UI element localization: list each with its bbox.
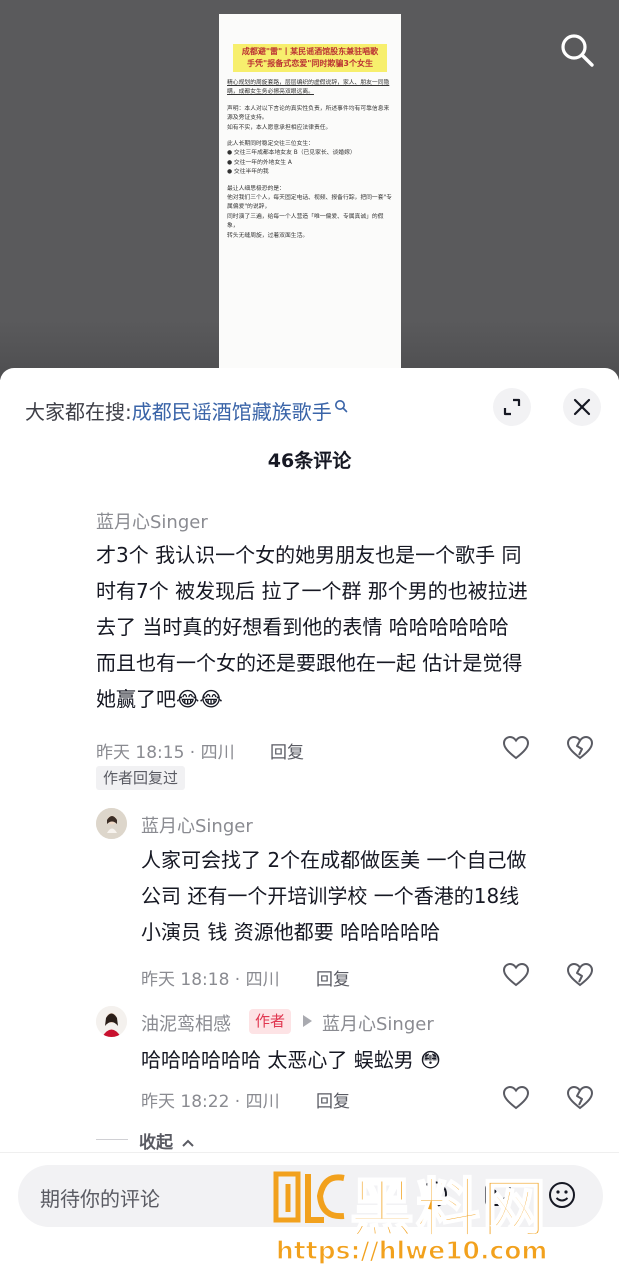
hot-search-prefix: 大家都在搜: — [25, 399, 132, 424]
comment-line: 哈哈哈哈哈哈 太恶心了 蜈蚣男 — [141, 1048, 414, 1072]
avatar-image — [96, 808, 127, 839]
video-document-frame: 成都避"雷"丨某民谣酒馆股东兼驻唱歌手凭"报备式恋爱"同时欺骗3个女生 精心规划… — [219, 14, 401, 370]
avatar[interactable] — [96, 808, 127, 839]
doc-line: 他对我们三个人，每天固定电话、视频、报备行踪，把同一套"专属偏爱"的说辞， — [227, 195, 392, 211]
reply-button[interactable]: 回复 — [316, 965, 350, 990]
doc-title: 成都避"雷"丨某民谣酒馆股东兼驻唱歌手凭"报备式恋爱"同时欺骗3个女生 — [233, 44, 387, 72]
watermark-logo-icon — [273, 1171, 345, 1223]
comment-line: 而且也有一个女的还是要跟他在一起 估计是觉得 — [96, 651, 523, 675]
hot-search-bar[interactable]: 大家都在搜: 成都民谣酒馆藏族歌手 — [25, 390, 348, 430]
hot-search-term[interactable]: 成都民谣酒馆藏族歌手 — [132, 396, 332, 425]
dislike-icon[interactable] — [565, 1083, 595, 1113]
doc-line: 最让人细思极恐的是： — [227, 185, 285, 192]
comment-time-location: 昨天 18:15 · 四川 — [96, 743, 235, 763]
author-tag: 作者 — [249, 1009, 292, 1034]
comment-count: 46条评论 — [267, 450, 352, 472]
comment-line: 人家可会找了 2个在成都做医美 一个自己做 — [141, 848, 527, 872]
comment-line: 小演员 钱 资源他都要 哈哈哈哈哈 — [141, 920, 441, 944]
doc-line: 精心规划的周旋套路，层层编织的虚假说辞，家人、朋友一同隐瞒，成都女生务必擦亮双眼… — [227, 80, 390, 96]
like-icon[interactable] — [501, 1083, 531, 1113]
dislike-icon[interactable] — [565, 960, 595, 990]
emoji-laugh: 😂😂 — [176, 687, 223, 711]
doc-line: 如有不实，本人愿意承担相应法律责任。 — [227, 124, 332, 131]
search-icon — [334, 400, 348, 413]
chevron-up-icon — [182, 1139, 194, 1147]
search-icon[interactable] — [557, 30, 597, 70]
reply-to-username[interactable]: 蓝月心Singer — [322, 1010, 434, 1036]
close-icon — [573, 398, 591, 416]
comment-sheet: 大家都在搜: 成都民谣酒馆藏族歌手 46条评论 — [0, 368, 619, 1280]
collapse-divider — [96, 1139, 128, 1140]
comment-text: 人家可会找了 2个在成都做医美 一个自己做 公司 还有一个开培训学校 一个香港的… — [141, 842, 611, 950]
comment-text: 才3个 我认识一个女的她男朋友也是一个歌手 同 时有7个 被发现后 拉了一个群 … — [96, 537, 606, 717]
comment-input-placeholder: 期待你的评论 — [40, 1187, 160, 1211]
comment-time-location: 昨天 18:18 · 四川 — [141, 970, 280, 990]
doc-line: 声明：本人对以下言论的真实性负责，所述事件均有可靠信息来源及旁证支持。 — [227, 105, 390, 122]
doc-paragraph-2: 声明：本人对以下言论的真实性负责，所述事件均有可靠信息来源及旁证支持。 如有不实… — [227, 105, 393, 133]
doc-paragraph-3: 此人长期同时稳定交往三位女生： ● 交往三年成都本地女友 B（已见家长、谈婚嫁）… — [227, 140, 393, 178]
comment-username[interactable]: 蓝月心Singer — [141, 812, 253, 838]
avatar[interactable] — [96, 1006, 127, 1037]
expand-icon — [503, 398, 521, 416]
reply-arrow-icon — [303, 1015, 312, 1027]
doc-line: 此人长期同时稳定交往三位女生： — [227, 141, 314, 148]
like-icon[interactable] — [501, 960, 531, 990]
like-icon[interactable] — [501, 733, 531, 763]
comment-line: 时有7个 被发现后 拉了一个群 那个男的也被拉进 — [96, 579, 528, 603]
dislike-icon[interactable] — [565, 733, 595, 763]
doc-paragraph-1: 精心规划的周旋套路，层层编织的虚假说辞，家人、朋友一同隐瞒，成都女生务必擦亮双眼… — [227, 79, 393, 98]
expand-button[interactable] — [493, 388, 531, 426]
watermark: 黑料网 https://hlwe10.com — [272, 1162, 612, 1280]
comment-username[interactable]: 油泥鸾相感 — [141, 1010, 231, 1036]
comment-time-location: 昨天 18:22 · 四川 — [141, 1092, 280, 1112]
watermark-url: https://hlwe10.com — [275, 1235, 548, 1265]
doc-line: ● 交往半年的我 — [227, 169, 269, 176]
author-replied-badge: 作者回复过 — [96, 766, 186, 790]
comment-line: 公司 还有一个开培训学校 一个香港的18线 — [141, 884, 520, 908]
avatar-image — [96, 1006, 127, 1037]
reply-button[interactable]: 回复 — [316, 1087, 350, 1112]
comment-username[interactable]: 蓝月心Singer — [96, 508, 208, 534]
doc-line: 同时演了三遍，给每一个人营造「唯一偏爱、专属真诚」的假象， — [227, 213, 384, 230]
comment-line: 她赢了吧 — [96, 687, 176, 711]
reply-button[interactable]: 回复 — [270, 738, 304, 763]
comment-text: 哈哈哈哈哈哈 太恶心了 蜈蚣男 😳 — [141, 1042, 441, 1078]
doc-line: ● 交往三年成都本地女友 B（已见家长、谈婚嫁） — [227, 150, 356, 157]
collapse-button[interactable]: 收起 — [139, 1128, 195, 1153]
emoji-flushed: 😳 — [420, 1048, 441, 1072]
collapse-label: 收起 — [139, 1133, 173, 1153]
doc-line: 转头无缝周旋，过着双面生活。 — [227, 232, 309, 239]
doc-line: ● 交往一年的外地女生 A — [227, 159, 292, 166]
comment-line: 才3个 我认识一个女的她男朋友也是一个歌手 同 — [96, 543, 522, 567]
comment-line: 去了 当时真的好想看到他的表情 哈哈哈哈哈哈 — [96, 615, 509, 639]
doc-paragraph-4: 最让人细思极恐的是： 他对我们三个人，每天固定电话、视频、报备行踪，把同一套"专… — [227, 185, 393, 241]
close-button[interactable] — [563, 388, 601, 426]
